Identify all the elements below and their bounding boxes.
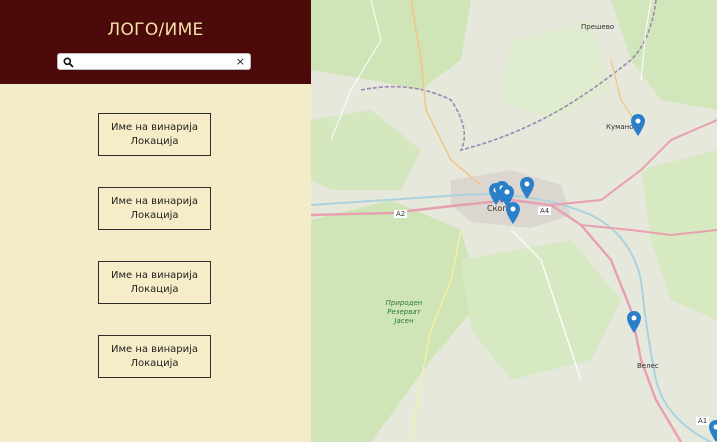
winery-name: Име на винарија bbox=[110, 196, 198, 207]
winery-name: Име на винарија bbox=[110, 270, 198, 281]
search-field[interactable]: × bbox=[57, 53, 251, 70]
winery-card[interactable]: Име на винарија Локација bbox=[98, 261, 211, 304]
winery-location: Локација bbox=[130, 358, 179, 369]
winery-card[interactable]: Име на винарија Локација bbox=[98, 113, 211, 156]
map-marker-icon[interactable] bbox=[506, 202, 520, 224]
map-label-presevo: Прешево bbox=[581, 23, 615, 31]
header: ЛОГО/ИМЕ × bbox=[0, 0, 311, 84]
map-label-veles: Велес bbox=[637, 362, 659, 370]
road-shield-a1: A1 bbox=[696, 417, 710, 425]
map-marker-icon[interactable] bbox=[709, 420, 717, 442]
search-input[interactable] bbox=[78, 55, 228, 68]
road-shield-a4: A4 bbox=[538, 207, 552, 215]
map[interactable]: Прешево Куманово Скопје Велес Природен Р… bbox=[311, 0, 717, 442]
winery-location: Локација bbox=[130, 284, 179, 295]
map-label-reserve: Природен Резерват Јасен bbox=[385, 299, 423, 325]
winery-location: Локација bbox=[130, 210, 179, 221]
road-shield-a2: A2 bbox=[394, 210, 408, 218]
winery-card[interactable]: Име на винарија Локација bbox=[98, 335, 211, 378]
map-marker-icon[interactable] bbox=[520, 177, 534, 199]
winery-location: Локација bbox=[130, 136, 179, 147]
sidebar: ЛОГО/ИМЕ × Име на винарија Локација Име … bbox=[0, 0, 311, 442]
map-marker-icon[interactable] bbox=[631, 114, 645, 136]
map-marker-icon[interactable] bbox=[627, 311, 641, 333]
winery-name: Име на винарија bbox=[110, 344, 198, 355]
winery-name: Име на винарија bbox=[110, 122, 198, 133]
clear-icon[interactable]: × bbox=[236, 54, 245, 70]
search-icon bbox=[63, 57, 74, 68]
winery-card[interactable]: Име на винарија Локација bbox=[98, 187, 211, 230]
logo-text: ЛОГО/ИМЕ bbox=[107, 20, 204, 40]
